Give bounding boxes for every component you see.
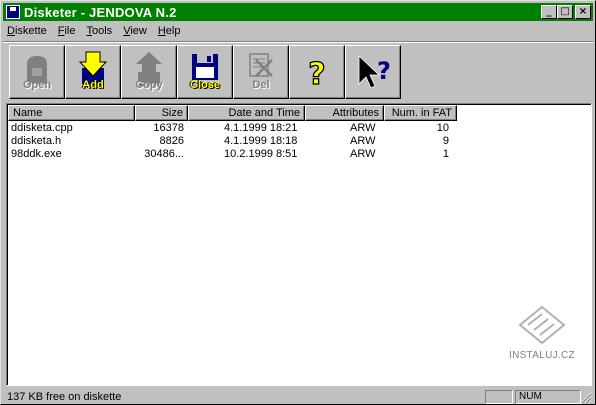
add-label: Add [82,79,104,91]
minimize-button[interactable]: _ [541,5,557,19]
context-help-icon: ? [358,55,391,89]
file-name: 98ddk.exe [11,148,62,160]
status-bar: 137 KB free on diskette NUM [3,389,593,405]
file-name: ddisketa.cpp [11,122,73,134]
toolbar: Open Add Copy Close Del ? ? [9,45,401,101]
window-title: Disketer - JENDOVA N.2 [24,4,177,20]
add-button[interactable]: Add [65,45,121,99]
file-datetime: 10.2.1999 8:51 [224,148,298,160]
svg-text:?: ? [377,57,391,85]
close-button[interactable]: × [575,5,591,19]
copy-button[interactable]: Copy [121,45,177,99]
open-button[interactable]: Open [9,45,65,99]
open-label: Open [22,79,52,91]
watermark: INSTALUJ.CZ [507,303,577,361]
status-pane-empty [485,390,513,404]
menu-view[interactable]: View [123,25,147,37]
menu-tools[interactable]: Tools [87,25,113,37]
table-row[interactable]: ddisketa.cpp 16378 4.1.1999 18:21 ARW 10 [8,122,457,135]
list-rows: ddisketa.cpp 16378 4.1.1999 18:21 ARW 10… [8,122,457,161]
resize-grip-icon[interactable] [580,392,592,404]
table-row[interactable]: ddisketa.h 8826 4.1.1999 18:18 ARW 9 [8,135,457,148]
column-num-in-fat[interactable]: Num. in FAT [384,105,457,121]
main-window: Disketer - JENDOVA N.2 _ □ × Diskette Fi… [0,0,596,405]
menu-diskette[interactable]: Diskette [7,25,47,37]
column-name[interactable]: Name [8,105,135,121]
menu-separator [3,41,593,43]
help-button[interactable]: ? [289,45,345,99]
file-size: 16378 [153,122,184,134]
maximize-button[interactable]: □ [557,5,573,19]
app-icon[interactable] [6,5,20,19]
delete-button[interactable]: Del [233,45,289,99]
menu-bar: Diskette File Tools View Help [3,22,593,40]
delete-label: Del [252,79,270,91]
svg-text:?: ? [308,57,325,92]
file-fat-number: 1 [442,148,449,160]
file-attributes: ARW [350,122,376,134]
menu-file[interactable]: File [58,25,76,37]
table-row[interactable]: 98ddk.exe 30486... 10.2.1999 8:51 ARW 1 [8,148,457,161]
copy-label: Copy [135,79,163,91]
menu-help[interactable]: Help [158,25,181,37]
list-header: Name Size Date and Time Attributes Num. … [8,105,457,121]
title-bar[interactable]: Disketer - JENDOVA N.2 _ □ × [3,3,593,21]
file-attributes: ARW [350,148,376,160]
file-datetime: 4.1.1999 18:21 [224,122,298,134]
file-list[interactable]: Name Size Date and Time Attributes Num. … [6,103,592,386]
file-fat-number: 10 [436,122,449,134]
column-date-time[interactable]: Date and Time [188,105,305,121]
context-help-button[interactable]: ? [345,45,401,99]
close-disk-button[interactable]: Close [177,45,233,99]
file-datetime: 4.1.1999 18:18 [224,135,298,147]
file-size: 30486... [144,148,184,160]
help-icon: ? [308,56,327,92]
file-size: 8826 [159,135,184,147]
watermark-text: INSTALUJ.CZ [509,350,575,361]
watermark-logo-icon [518,305,566,345]
status-pane-num: NUM [515,390,581,404]
close-disk-label: Close [190,79,220,91]
column-size[interactable]: Size [135,105,188,121]
window-controls: _ □ × [541,5,591,19]
file-fat-number: 9 [442,135,449,147]
column-attributes[interactable]: Attributes [305,105,384,121]
file-name: ddisketa.h [11,135,62,147]
status-message: 137 KB free on diskette [7,391,122,403]
file-attributes: ARW [350,135,376,147]
